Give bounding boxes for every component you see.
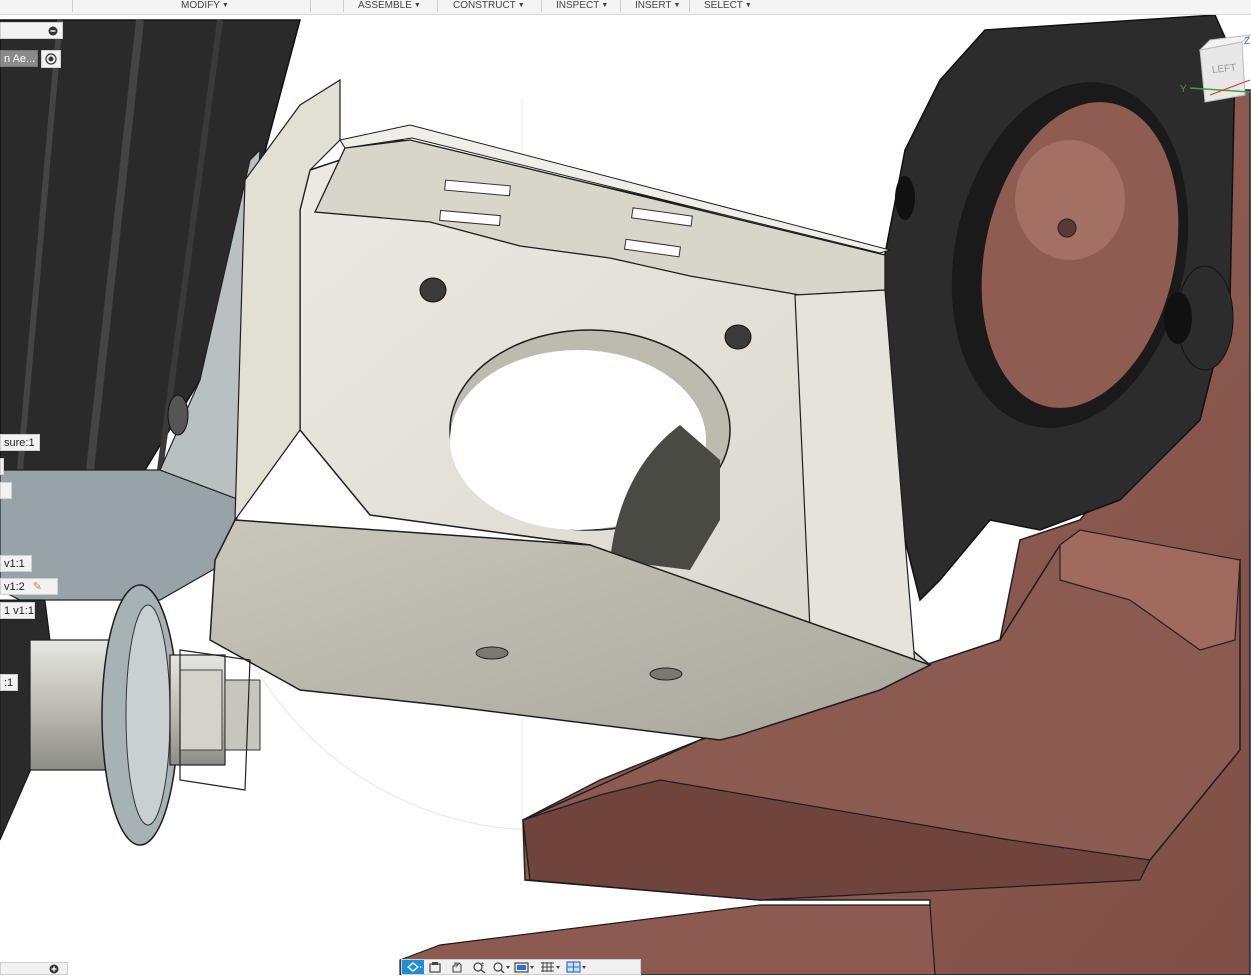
- browser-item[interactable]: sure:1: [0, 434, 40, 451]
- active-component[interactable]: n Ae...: [0, 50, 38, 67]
- minus-circle-icon: [48, 26, 58, 36]
- menu-construct[interactable]: CONSTRUCT ▼: [453, 0, 525, 13]
- model-render[interactable]: LEFT Y Z: [0, 0, 1251, 976]
- orbit-button[interactable]: [402, 960, 424, 974]
- viewports-icon: [566, 961, 586, 973]
- hex-nut-face: [179, 669, 223, 751]
- toolbar-separator: [72, 0, 73, 12]
- display-icon: [514, 962, 534, 973]
- caret-down-icon: ▼: [221, 2, 229, 9]
- caret-down-icon: ▼: [413, 2, 421, 9]
- design-toolbar: MODIFY ▼ ASSEMBLE ▼ CONSTRUCT ▼ INSPECT ▼ IN…: [0, 0, 1251, 15]
- browser-item[interactable]: v1:1: [0, 555, 32, 572]
- bottom-hole: [475, 646, 509, 660]
- browser-item-blank[interactable]: [0, 458, 4, 475]
- mount-hole: [419, 277, 447, 303]
- browser-item-blank[interactable]: [0, 482, 12, 499]
- bolt-tail: [224, 679, 261, 751]
- grid-settings-button[interactable]: [538, 960, 564, 974]
- activate-radio[interactable]: [41, 50, 61, 68]
- toolbar-separator: [541, 0, 542, 12]
- svg-text:±: ±: [481, 962, 485, 968]
- menu-modify-label: MODIFY: [181, 0, 220, 11]
- browser-item[interactable]: 1 v1:1: [0, 602, 35, 619]
- flange-bore-back: [1015, 140, 1125, 260]
- browser-item[interactable]: v1:2 ✎: [0, 578, 58, 595]
- flange-ear-hole: [1164, 292, 1192, 344]
- menu-assemble[interactable]: ASSEMBLE ▼: [358, 0, 421, 13]
- axis-y-label: Y: [1180, 84, 1187, 95]
- browser-item-label: :1: [4, 677, 14, 689]
- orbit-icon: [406, 962, 422, 972]
- fit-button[interactable]: [490, 960, 512, 974]
- browser-item-label: sure:1: [4, 437, 35, 449]
- active-component-label: n Ae...: [4, 53, 36, 65]
- menu-select[interactable]: SELECT ▼: [704, 0, 752, 13]
- radio-active-icon: [45, 53, 57, 65]
- pencil-icon[interactable]: ✎: [33, 581, 42, 593]
- caret-down-icon: ▼: [601, 2, 609, 9]
- flange-hole: [1057, 218, 1077, 238]
- toolbar-separator: [689, 0, 690, 12]
- menu-insert[interactable]: INSERT ▼: [635, 0, 680, 13]
- flange-slot: [895, 176, 915, 220]
- zoom-icon: ±: [473, 962, 486, 973]
- look-at-button[interactable]: [424, 960, 446, 974]
- menu-construct-label: CONSTRUCT: [453, 0, 516, 11]
- fit-magnifier-icon: [493, 962, 510, 973]
- mount-hole: [724, 324, 752, 350]
- toolbar-separator: [620, 0, 621, 12]
- menu-modify[interactable]: MODIFY ▼: [181, 0, 229, 13]
- viewports-button[interactable]: [564, 960, 590, 974]
- menu-assemble-label: ASSEMBLE: [358, 0, 412, 11]
- pan-hand-icon: [452, 962, 462, 973]
- grid-icon: [541, 962, 560, 972]
- bottom-hole: [649, 667, 683, 681]
- menu-select-label: SELECT: [704, 0, 743, 11]
- toolbar-separator: [437, 0, 438, 12]
- collapse-button[interactable]: [44, 22, 62, 40]
- caret-down-icon: ▼: [744, 2, 752, 9]
- toolbar-separator: [343, 0, 344, 12]
- comments-bar[interactable]: [0, 962, 68, 975]
- display-settings-button[interactable]: [512, 960, 538, 974]
- pan-button[interactable]: [446, 960, 468, 974]
- menu-insert-label: INSERT: [635, 0, 672, 11]
- caret-down-icon: ▼: [673, 2, 681, 9]
- toolbar-separator: [310, 0, 311, 12]
- look-at-icon: [429, 962, 441, 973]
- axis-z-label: Z: [1244, 36, 1250, 47]
- caret-down-icon: ▼: [517, 2, 525, 9]
- menu-inspect[interactable]: INSPECT ▼: [556, 0, 608, 13]
- zoom-button[interactable]: ±: [468, 960, 490, 974]
- browser-item-label: 1 v1:1: [4, 605, 34, 617]
- browser-item[interactable]: :1: [0, 674, 18, 691]
- browser-item-label: v1:1: [4, 558, 25, 570]
- design-canvas[interactable]: LEFT Y Z: [0, 0, 1251, 976]
- side-bolt: [167, 394, 189, 436]
- navigation-bar: ±: [401, 959, 641, 975]
- browser-item-label: v1:2: [4, 581, 25, 593]
- menu-inspect-label: INSPECT: [556, 0, 600, 11]
- washer-inner: [125, 604, 171, 826]
- add-circle-icon[interactable]: [49, 964, 59, 974]
